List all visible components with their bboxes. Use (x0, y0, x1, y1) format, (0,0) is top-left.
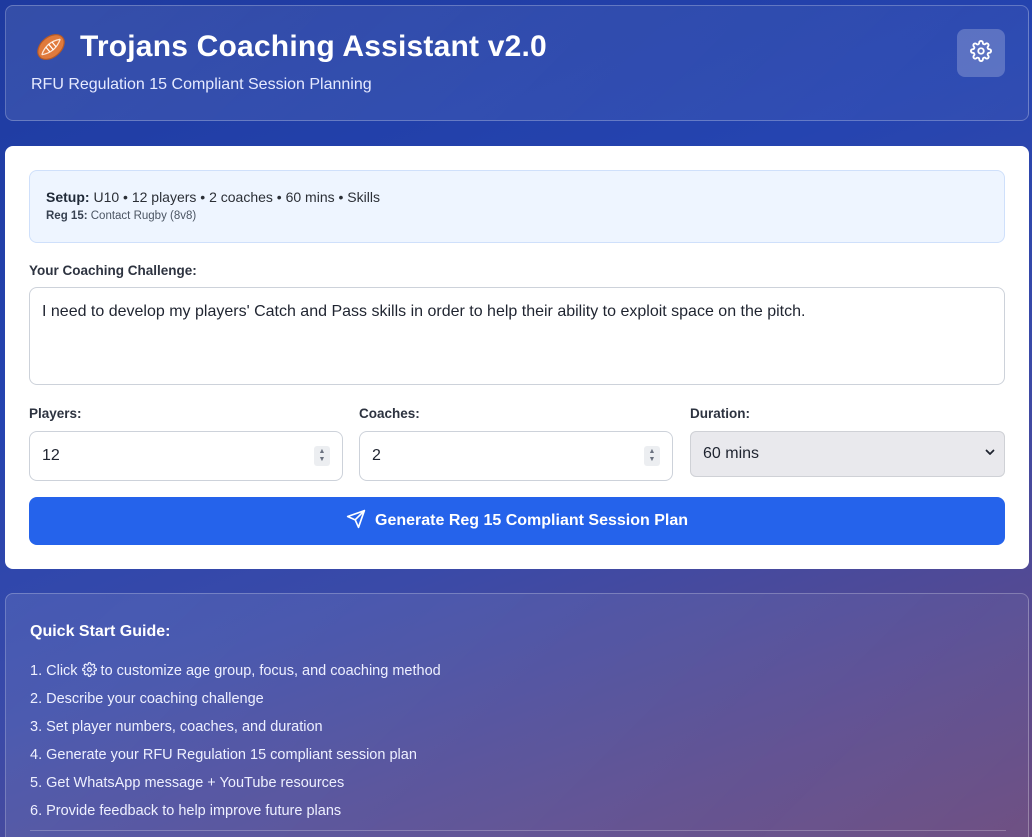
send-icon (346, 509, 375, 534)
setup-text: U10 • 12 players • 2 coaches • 60 mins •… (93, 189, 380, 205)
guide-step-1-end: to customize age group, focus, and coach… (100, 663, 441, 679)
setup-summary: Setup: U10 • 12 players • 2 coaches • 60… (29, 170, 1005, 243)
quick-start-guide: Quick Start Guide: 1. Click to customize… (5, 593, 1029, 837)
challenge-label: Your Coaching Challenge: (29, 263, 197, 278)
gear-icon (81, 661, 97, 681)
challenge-text: I need to develop my players' Catch and … (42, 303, 806, 320)
app-title: Trojans Coaching Assistant v2.0 (80, 30, 547, 63)
duration-label: Duration: (690, 406, 750, 421)
guide-step-4: 4. Generate your RFU Regulation 15 compl… (30, 747, 417, 763)
reg15-label: Reg 15: (46, 210, 88, 222)
stepper-down-icon[interactable]: ▼ (319, 456, 326, 464)
coaches-label: Coaches: (359, 406, 420, 421)
setup-summary-line: Setup: U10 • 12 players • 2 coaches • 60… (46, 189, 988, 205)
coaches-input[interactable]: 2 ▲ ▼ (359, 431, 673, 481)
title-row: Trojans Coaching Assistant v2.0 (34, 30, 547, 64)
challenge-textarea[interactable]: I need to develop my players' Catch and … (29, 287, 1005, 385)
setup-label: Setup: (46, 189, 90, 205)
rugby-ball-icon (34, 30, 68, 64)
generate-plan-button[interactable]: Generate Reg 15 Compliant Session Plan (29, 497, 1005, 545)
guide-step-1: 1. Click to customize age group, focus, … (30, 657, 441, 685)
session-form-card: Setup: U10 • 12 players • 2 coaches • 60… (5, 146, 1029, 569)
stepper-up-icon[interactable]: ▲ (319, 448, 326, 456)
players-value: 12 (42, 447, 60, 464)
settings-button[interactable] (957, 29, 1005, 77)
duration-value: 60 mins (703, 445, 760, 462)
stepper-down-icon[interactable]: ▼ (649, 456, 656, 464)
coaches-value: 2 (372, 447, 381, 464)
app-header: Trojans Coaching Assistant v2.0 RFU Regu… (5, 5, 1029, 121)
duration-select[interactable]: 60 mins (690, 431, 1005, 477)
guide-step-2: 2. Describe your coaching challenge (30, 691, 264, 707)
app-subtitle: RFU Regulation 15 Compliant Session Plan… (31, 76, 372, 93)
reg15-text: Contact Rugby (8v8) (90, 210, 197, 222)
stepper-up-icon[interactable]: ▲ (649, 448, 656, 456)
guide-step-3: 3. Set player numbers, coaches, and dura… (30, 719, 323, 735)
guide-title: Quick Start Guide: (30, 623, 171, 640)
guide-step-6: 6. Provide feedback to help improve futu… (30, 803, 342, 819)
coaches-stepper[interactable]: ▲ ▼ (644, 446, 660, 466)
reg15-line: Reg 15: Contact Rugby (8v8) (46, 210, 988, 222)
guide-divider (30, 830, 1006, 831)
chevron-down-icon (984, 445, 996, 463)
guide-step-1-start: 1. Click (30, 663, 78, 679)
gear-icon (970, 39, 992, 67)
players-label: Players: (29, 406, 82, 421)
players-input[interactable]: 12 ▲ ▼ (29, 431, 343, 481)
players-stepper[interactable]: ▲ ▼ (314, 446, 330, 466)
guide-steps: 1. Click to customize age group, focus, … (30, 657, 441, 825)
generate-plan-label: Generate Reg 15 Compliant Session Plan (375, 512, 688, 529)
guide-step-5: 5. Get WhatsApp message + YouTube resour… (30, 775, 345, 791)
